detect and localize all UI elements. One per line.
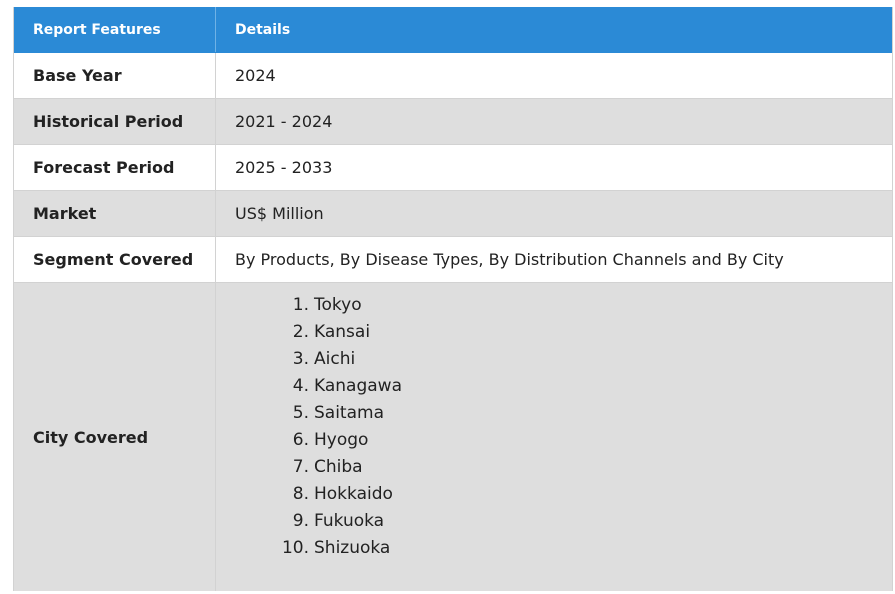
row-label: Historical Period [14, 99, 216, 144]
table-row-historical-period: Historical Period 2021 - 2024 [14, 99, 892, 145]
city-name: Chiba [314, 457, 363, 477]
city-name: Shizuoka [314, 538, 391, 558]
row-label: Base Year [14, 53, 216, 98]
list-number: 7. [292, 457, 309, 477]
list-number: 6. [292, 430, 309, 450]
city-name: Tokyo [314, 295, 362, 315]
city-list: 1. Tokyo 2. Kansai 3. Aichi 4. Kanagawa 5. Sa… [216, 283, 402, 562]
list-number: 1. [292, 295, 309, 315]
list-number: 10. [281, 538, 309, 558]
list-item: 7. Chiba [216, 454, 402, 481]
city-name: Hyogo [314, 430, 369, 450]
row-value: By Products, By Disease Types, By Distri… [235, 250, 784, 269]
row-label: Segment Covered [14, 237, 216, 282]
list-item: 8. Hokkaido [216, 481, 402, 508]
row-value: US$ Million [235, 204, 324, 223]
list-number: 2. [292, 322, 309, 342]
list-number: 9. [292, 511, 309, 531]
row-label: Forecast Period [14, 145, 216, 190]
list-number: 5. [292, 403, 309, 423]
row-value: 2024 [235, 66, 276, 85]
list-item: 6. Hyogo [216, 427, 402, 454]
list-number: 8. [292, 484, 309, 504]
table-row-city-covered: City Covered 1. Tokyo 2. Kansai 3. Aichi 4.… [14, 283, 892, 591]
list-number: 3. [292, 349, 309, 369]
city-name: Aichi [314, 349, 356, 369]
row-value: 2025 - 2033 [235, 158, 333, 177]
report-features-table: Report Features Details Base Year 2024 H… [13, 7, 893, 591]
list-item: 10. Shizuoka [216, 535, 402, 562]
city-name: Saitama [314, 403, 384, 423]
table-row-segment-covered: Segment Covered By Products, By Disease … [14, 237, 892, 283]
city-name: Kansai [314, 322, 371, 342]
city-name: Kanagawa [314, 376, 402, 396]
city-list-cell: 1. Tokyo 2. Kansai 3. Aichi 4. Kanagawa 5. Sa… [216, 283, 892, 591]
list-item: 5. Saitama [216, 400, 402, 427]
header-report-features: Report Features [14, 7, 216, 52]
city-name: Fukuoka [314, 511, 385, 531]
header-details: Details [235, 21, 291, 38]
table-row-market: Market US$ Million [14, 191, 892, 237]
list-item: 2. Kansai [216, 319, 402, 346]
row-label: Market [14, 191, 216, 236]
list-number: 4. [292, 376, 309, 396]
table-header-row: Report Features Details [14, 7, 892, 53]
row-value: 2021 - 2024 [235, 112, 333, 131]
city-name: Hokkaido [314, 484, 393, 504]
list-item: 9. Fukuoka [216, 508, 402, 535]
list-item: 4. Kanagawa [216, 373, 402, 400]
list-item: 1. Tokyo [216, 292, 402, 319]
table-row-forecast-period: Forecast Period 2025 - 2033 [14, 145, 892, 191]
row-label: City Covered [14, 283, 216, 591]
list-item: 3. Aichi [216, 346, 402, 373]
table-row-base-year: Base Year 2024 [14, 53, 892, 99]
